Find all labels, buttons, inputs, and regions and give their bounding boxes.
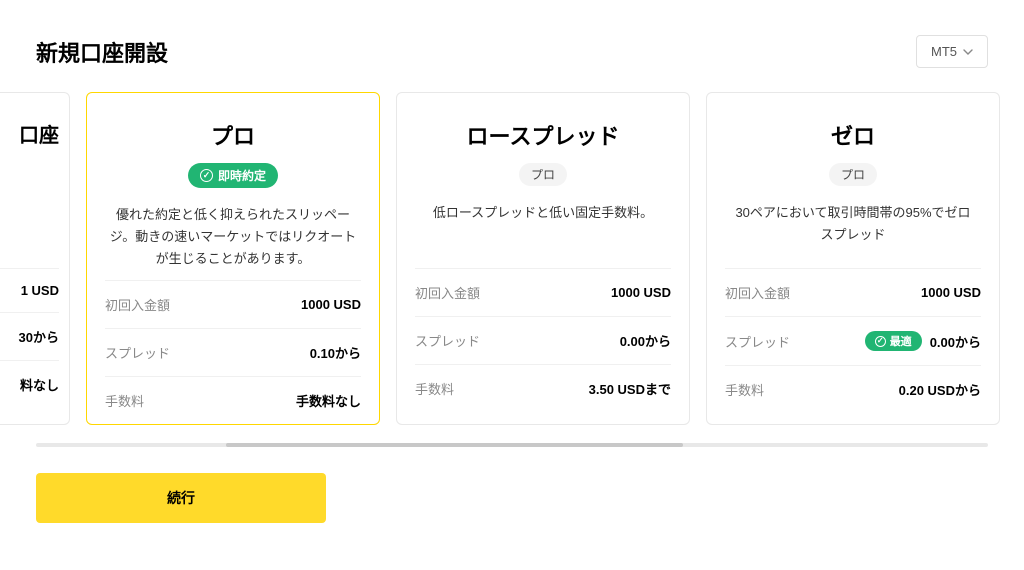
pro-badge: プロ: [519, 163, 567, 186]
spec-row: 1 USD: [0, 268, 59, 312]
spec-row: 初回入金額 1000 USD: [105, 280, 361, 328]
spec-label: 初回入金額: [105, 295, 170, 314]
spec-value: 料なし: [20, 375, 59, 394]
spec-row: スプレッド 0.10から: [105, 328, 361, 376]
account-card-pro[interactable]: プロ ✓ 即時約定 優れた約定と低く抑えられたスリッページ。動きの速いマーケット…: [86, 92, 380, 425]
account-card-partial[interactable]: 口座 1 USD 30から 料なし: [0, 92, 70, 425]
spec-label: 手数料: [105, 391, 144, 410]
spec-value: 0.00から: [620, 331, 671, 350]
card-description: 優れた約定と低く抑えられたスリッページ。動きの速いマーケットではリクオートが生じ…: [105, 204, 361, 270]
spec-row: 30から: [0, 312, 59, 360]
card-description: 低ロースプレッドと低い固定手数料。: [429, 202, 657, 224]
spec-value: 1000 USD: [301, 297, 361, 312]
account-card-raw-spread[interactable]: ロースプレッド プロ 低ロースプレッドと低い固定手数料。 初回入金額 1000 …: [396, 92, 690, 425]
badge-label: 即時約定: [218, 167, 266, 184]
spec-value: 30から: [19, 327, 59, 346]
spec-value-text: 0.00から: [930, 332, 981, 351]
spec-row: スプレッド ✓ 最適 0.00から: [725, 316, 981, 365]
platform-select-value: MT5: [931, 44, 957, 59]
badge-label: 最適: [890, 333, 912, 349]
spec-label: 初回入金額: [725, 283, 790, 302]
horizontal-scrollbar-track[interactable]: [36, 443, 988, 447]
spec-label: スプレッド: [725, 332, 790, 351]
spec-label: 手数料: [415, 379, 454, 398]
continue-button[interactable]: 続行: [36, 473, 326, 523]
spec-value: 3.50 USDまで: [589, 379, 671, 398]
spec-label: 初回入金額: [415, 283, 480, 302]
spec-value: 1000 USD: [921, 285, 981, 300]
instant-execution-badge: ✓ 即時約定: [188, 163, 278, 188]
spec-value: 1 USD: [21, 283, 59, 298]
card-title: ゼロ: [831, 119, 875, 151]
horizontal-scrollbar-thumb[interactable]: [226, 443, 683, 447]
spec-label: スプレッド: [105, 343, 170, 362]
checkmark-circle-icon: ✓: [200, 169, 213, 182]
spec-value: 0.20 USDから: [899, 380, 981, 399]
spec-label: 手数料: [725, 380, 764, 399]
spec-row: 初回入金額 1000 USD: [415, 268, 671, 316]
pro-badge: プロ: [829, 163, 877, 186]
spec-value: 0.10から: [310, 343, 361, 362]
account-card-zero[interactable]: ゼロ プロ 30ペアにおいて取引時間帯の95%でゼロスプレッド 初回入金額 10…: [706, 92, 1000, 425]
card-title-fragment: 口座: [19, 119, 59, 148]
checkmark-circle-icon: ✓: [875, 336, 886, 347]
platform-select[interactable]: MT5: [916, 35, 988, 68]
spec-row: 料なし: [0, 360, 59, 408]
account-cards-scroller[interactable]: 口座 1 USD 30から 料なし プロ ✓ 即時約定: [0, 92, 1024, 425]
card-title: プロ: [211, 119, 255, 151]
spec-row: 手数料 3.50 USDまで: [415, 364, 671, 412]
spec-label: スプレッド: [415, 331, 480, 350]
spec-row: 手数料 手数料なし: [105, 376, 361, 424]
spec-row: スプレッド 0.00から: [415, 316, 671, 364]
spec-value: 1000 USD: [611, 285, 671, 300]
chevron-down-icon: [963, 47, 973, 57]
card-description: 30ペアにおいて取引時間帯の95%でゼロスプレッド: [725, 202, 981, 246]
spec-value: 手数料なし: [296, 391, 361, 410]
spec-row: 手数料 0.20 USDから: [725, 365, 981, 413]
spec-value: ✓ 最適 0.00から: [865, 331, 981, 351]
spec-row: 初回入金額 1000 USD: [725, 268, 981, 316]
card-title: ロースプレッド: [467, 119, 620, 151]
page-title: 新規口座開設: [36, 36, 168, 68]
optimal-badge: ✓ 最適: [865, 331, 922, 351]
